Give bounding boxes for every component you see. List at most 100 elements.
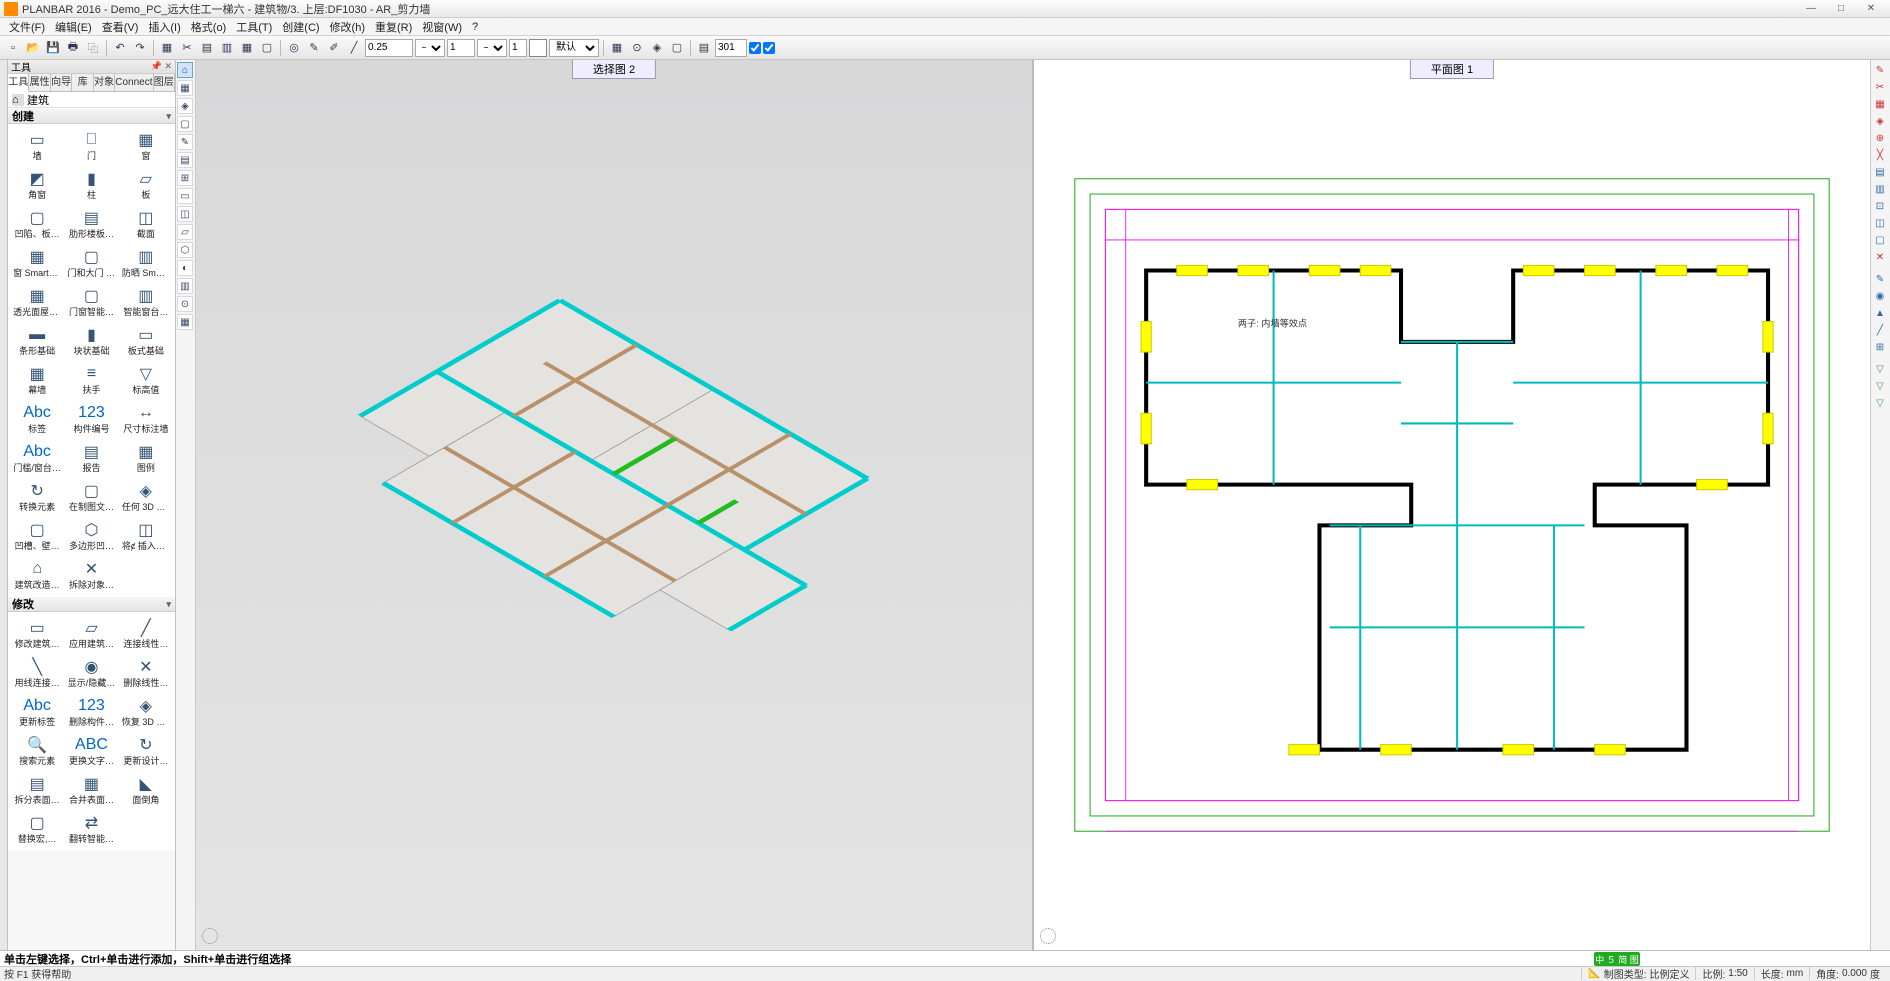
linetype-dropdown[interactable]: — bbox=[477, 39, 507, 57]
block-foundation-tool[interactable]: ▮块状基础 bbox=[64, 321, 118, 360]
elevation-tool[interactable]: ▽标高值 bbox=[119, 360, 173, 399]
slab-tool[interactable]: ▱板 bbox=[119, 165, 173, 204]
search-element-tool[interactable]: 🔍搜索元素 bbox=[10, 731, 64, 770]
tool-panel-breadcrumb[interactable]: ⌂ 建筑 bbox=[8, 92, 175, 108]
menu-创建C[interactable]: 创建(C) bbox=[277, 19, 324, 35]
split-layer-tool[interactable]: ▤拆分表面… bbox=[10, 770, 64, 809]
right-tool-16[interactable]: ╱ bbox=[1872, 322, 1888, 338]
menu-重复R[interactable]: 重复(R) bbox=[370, 19, 417, 35]
door-smartpart-tool[interactable]: ▢门和大门 SmartPart bbox=[64, 243, 118, 282]
module-btn-11[interactable]: ◐ bbox=[177, 260, 193, 276]
measure-icon[interactable]: ◎ bbox=[285, 39, 303, 57]
line-connect-tool[interactable]: ╲用线连接… bbox=[10, 653, 64, 692]
tool-tab-Connect[interactable]: Connect bbox=[115, 74, 153, 91]
merge-layer-tool[interactable]: ▦合并表面… bbox=[64, 770, 118, 809]
redo-icon[interactable]: ↷ bbox=[131, 39, 149, 57]
module-btn-6[interactable]: ⊞ bbox=[177, 170, 193, 186]
layer-doc-icon[interactable]: ▥ bbox=[218, 39, 236, 57]
viewport-3d-canvas[interactable] bbox=[196, 60, 1032, 950]
recess-tool[interactable]: ▢凹陷、板… bbox=[10, 204, 64, 243]
recessed-wall-tool[interactable]: ▢凹槽、壁… bbox=[10, 516, 64, 555]
remove-object-tool[interactable]: ✕拆除对象… bbox=[64, 555, 118, 594]
sheet-icon[interactable]: ▢ bbox=[258, 39, 276, 57]
modify-building-tool[interactable]: ▭修改建筑… bbox=[10, 614, 64, 653]
section-head-修改[interactable]: 修改▾ bbox=[8, 596, 175, 612]
any-3d-element-tool[interactable]: ◈任何 3D 元素 bbox=[119, 477, 173, 516]
window-tool[interactable]: ▦窗 bbox=[119, 126, 173, 165]
status-drawing-type[interactable]: 📐 制图类型: 比例定义 bbox=[1581, 967, 1695, 980]
layer-number-field[interactable] bbox=[715, 39, 747, 57]
save-icon[interactable]: 💾 bbox=[44, 39, 62, 57]
replace-text-tool[interactable]: ABC更换文字… bbox=[64, 731, 118, 770]
undo-icon[interactable]: ↶ bbox=[111, 39, 129, 57]
right-tool-15[interactable]: ▲ bbox=[1872, 305, 1888, 321]
close-button[interactable]: ✕ bbox=[1856, 3, 1886, 14]
show-hide-tool[interactable]: ◉显示/隐藏… bbox=[64, 653, 118, 692]
right-tool-4[interactable]: ⊕ bbox=[1872, 130, 1888, 146]
handrail-tool[interactable]: ≡扶手 bbox=[64, 360, 118, 399]
right-tool-11[interactable]: ✕ bbox=[1872, 249, 1888, 265]
corner-window-tool[interactable]: ◩角窗 bbox=[10, 165, 64, 204]
layer-icon[interactable]: ▤ bbox=[695, 39, 713, 57]
snap2-icon[interactable]: ◈ bbox=[648, 39, 666, 57]
right-tool-0[interactable]: ✎ bbox=[1872, 62, 1888, 78]
right-tool-17[interactable]: ⊞ bbox=[1872, 339, 1888, 355]
section-head-创建[interactable]: 创建▾ bbox=[8, 108, 175, 124]
right-tool-5[interactable]: ╳ bbox=[1872, 147, 1888, 163]
right-tool-2[interactable]: ▦ bbox=[1872, 96, 1888, 112]
tool-tab-库[interactable]: 库 bbox=[72, 74, 93, 91]
right-tool-14[interactable]: ◉ bbox=[1872, 288, 1888, 304]
right-tool-20[interactable]: ▽ bbox=[1872, 378, 1888, 394]
right-tool-3[interactable]: ◈ bbox=[1872, 113, 1888, 129]
door-tool[interactable]: ⎕门 bbox=[64, 126, 118, 165]
delete-line-tool[interactable]: ✕删除线性… bbox=[119, 653, 173, 692]
menu-格式o[interactable]: 格式(o) bbox=[186, 19, 231, 35]
right-tool-1[interactable]: ✂ bbox=[1872, 79, 1888, 95]
minimize-button[interactable]: — bbox=[1796, 3, 1826, 14]
maximize-button[interactable]: □ bbox=[1826, 3, 1856, 14]
line-style-dropdown[interactable]: — bbox=[415, 39, 445, 57]
wall-tool[interactable]: ▭墙 bbox=[10, 126, 64, 165]
module-btn-5[interactable]: ▤ bbox=[177, 152, 193, 168]
layer-check1[interactable] bbox=[749, 42, 761, 54]
viewport-3d[interactable]: 选择图 2 bbox=[196, 60, 1032, 950]
module-btn-13[interactable]: ⊙ bbox=[177, 296, 193, 312]
section-tool[interactable]: ◫截面 bbox=[119, 204, 173, 243]
menu-?[interactable]: ? bbox=[467, 21, 483, 33]
rib-formwork-tool[interactable]: ▤肋形楼板… bbox=[64, 204, 118, 243]
module-btn-14[interactable]: ▦ bbox=[177, 314, 193, 330]
tool-tab-工具[interactable]: 工具 bbox=[8, 74, 29, 92]
module-btn-12[interactable]: ▥ bbox=[177, 278, 193, 294]
module-btn-4[interactable]: ✎ bbox=[177, 134, 193, 150]
window-project-icon[interactable]: ▦ bbox=[158, 39, 176, 57]
module-btn-0[interactable]: ⌂ bbox=[177, 62, 193, 78]
pen-number-field[interactable] bbox=[509, 39, 527, 57]
menu-编辑E[interactable]: 编辑(E) bbox=[50, 19, 97, 35]
line-weight-field[interactable] bbox=[365, 39, 413, 57]
right-tool-7[interactable]: ▥ bbox=[1872, 181, 1888, 197]
replace-macro-tool[interactable]: ▢替换宏,… bbox=[10, 809, 64, 848]
print-icon[interactable]: 🖶 bbox=[64, 39, 82, 57]
viewport-plan-tab[interactable]: 平面图 1 bbox=[1410, 60, 1494, 79]
menu-视窗W[interactable]: 视窗(W) bbox=[417, 19, 467, 35]
skylight-smartpart-tool[interactable]: ▦透光面屋顶 SmartPart bbox=[10, 282, 64, 321]
dimension-label-tool[interactable]: ↔尺寸标注墙 bbox=[119, 399, 173, 438]
tool-tab-向导[interactable]: 向导 bbox=[51, 74, 72, 91]
right-tool-21[interactable]: ▽ bbox=[1872, 395, 1888, 411]
menu-查看V[interactable]: 查看(V) bbox=[97, 19, 144, 35]
open-file-icon[interactable]: 📂 bbox=[24, 39, 42, 57]
insert-to-tool[interactable]: ◫将ȼ 插入到… bbox=[119, 516, 173, 555]
layer-check2[interactable] bbox=[763, 42, 775, 54]
update-label-tool[interactable]: Abc更新标签 bbox=[10, 692, 64, 731]
style-dropdown[interactable]: 默认 bbox=[549, 39, 599, 57]
chamfer-tool[interactable]: ◣面倒角 bbox=[119, 770, 173, 809]
door-window-smart-tool[interactable]: ▢门窗智能… bbox=[64, 282, 118, 321]
strip-foundation-tool[interactable]: ▬条形基础 bbox=[10, 321, 64, 360]
highlighter-icon[interactable]: ✐ bbox=[325, 39, 343, 57]
tool-tab-属性[interactable]: 属性 bbox=[29, 74, 50, 91]
nav-compass-icon-2[interactable] bbox=[1040, 928, 1056, 944]
component-number-tool[interactable]: 123构件编号 bbox=[64, 399, 118, 438]
new-file-icon[interactable]: ▫ bbox=[4, 39, 22, 57]
window-smartpart-tool[interactable]: ▦窗 SmartPart bbox=[10, 243, 64, 282]
menu-修改h[interactable]: 修改(h) bbox=[325, 19, 370, 35]
